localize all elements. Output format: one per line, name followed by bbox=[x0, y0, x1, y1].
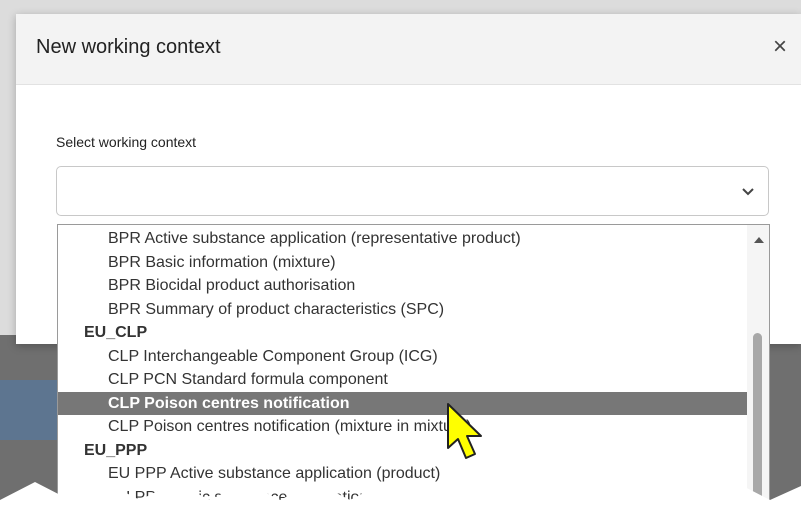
dropdown-option[interactable]: BPR Summary of product characteristics (… bbox=[58, 298, 748, 322]
option-group-header: EU_PPP bbox=[84, 441, 148, 459]
dropdown-option[interactable]: CLP Interchangeable Component Group (ICG… bbox=[58, 345, 748, 369]
working-context-dropdown-list[interactable]: BPR Active substance application (repres… bbox=[57, 224, 770, 514]
dropdown-option[interactable]: CLP Poison centres notification (mixture… bbox=[58, 415, 748, 439]
dropdown-option[interactable]: CLP PCN Standard formula component bbox=[58, 368, 748, 392]
close-icon[interactable]: × bbox=[767, 32, 793, 62]
dropdown-option[interactable]: BPR Basic information (mixture) bbox=[58, 251, 748, 275]
working-context-label: Select working context bbox=[56, 134, 197, 150]
dialog-title: New working context bbox=[36, 36, 221, 58]
dropdown-options: BPR Active substance application (repres… bbox=[58, 227, 748, 509]
working-context-select[interactable] bbox=[56, 166, 769, 216]
mouse-cursor-icon bbox=[447, 403, 482, 459]
dialog-header: New working context × bbox=[16, 14, 801, 85]
backdrop-panel bbox=[0, 380, 60, 440]
dropdown-scrollbar[interactable] bbox=[747, 225, 769, 514]
dropdown-option[interactable]: BPR Biocidal product authorisation bbox=[58, 274, 748, 298]
dropdown-option-selected[interactable]: CLP Poison centres notification bbox=[58, 391, 748, 415]
torn-edge-decoration bbox=[0, 482, 801, 514]
chevron-down-icon bbox=[742, 188, 754, 196]
scroll-up-arrow-icon[interactable] bbox=[754, 237, 764, 243]
option-group-header: EU_CLP bbox=[84, 324, 148, 341]
dropdown-option[interactable]: BPR Active substance application (repres… bbox=[58, 227, 748, 251]
